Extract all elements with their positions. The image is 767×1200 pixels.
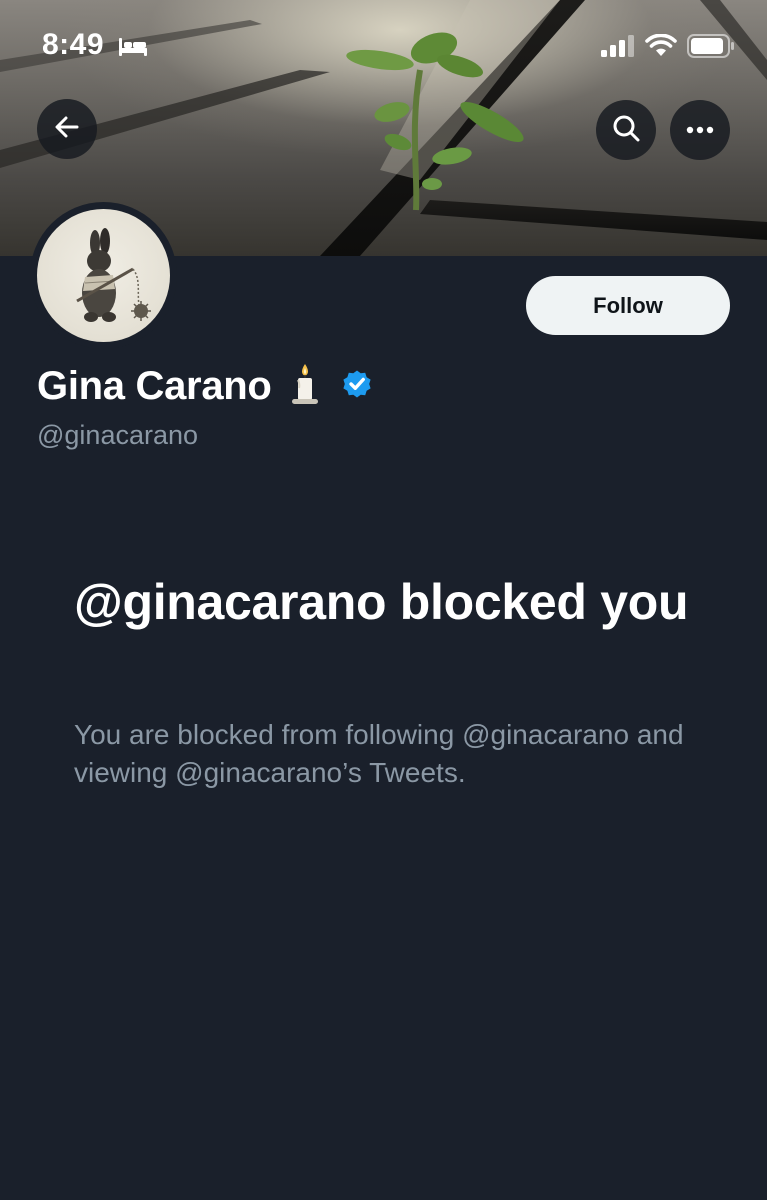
search-icon <box>612 114 640 147</box>
profile-handle: @ginacarano <box>37 420 199 450</box>
follow-button[interactable]: Follow <box>526 276 730 335</box>
status-time: 8:49 <box>42 28 105 61</box>
search-button[interactable] <box>596 100 656 160</box>
rabbit-illustration-icon <box>76 228 151 322</box>
bed-icon <box>118 36 148 63</box>
candle-icon <box>288 362 322 411</box>
profile-screen: 8:49 Follow Gina Carano @ginacarano @gin… <box>0 0 767 1200</box>
profile-name-row: Gina Carano <box>37 362 374 411</box>
verified-badge-icon[interactable] <box>340 367 374 406</box>
avatar[interactable] <box>30 202 177 349</box>
battery-icon <box>687 34 735 63</box>
status-indicators <box>601 33 735 63</box>
more-horizontal-icon <box>686 121 714 139</box>
status-bar: 8:49 <box>0 0 767 92</box>
display-name: Gina Carano <box>37 364 272 408</box>
blocked-title: @ginacarano blocked you <box>74 574 689 630</box>
back-button[interactable] <box>37 99 97 159</box>
wifi-icon <box>645 33 677 63</box>
arrow-left-icon <box>53 113 81 146</box>
blocked-description: You are blocked from following @ginacara… <box>74 719 684 788</box>
avatar-image <box>37 209 170 342</box>
cellular-signal-icon <box>601 35 635 62</box>
more-options-button[interactable] <box>670 100 730 160</box>
